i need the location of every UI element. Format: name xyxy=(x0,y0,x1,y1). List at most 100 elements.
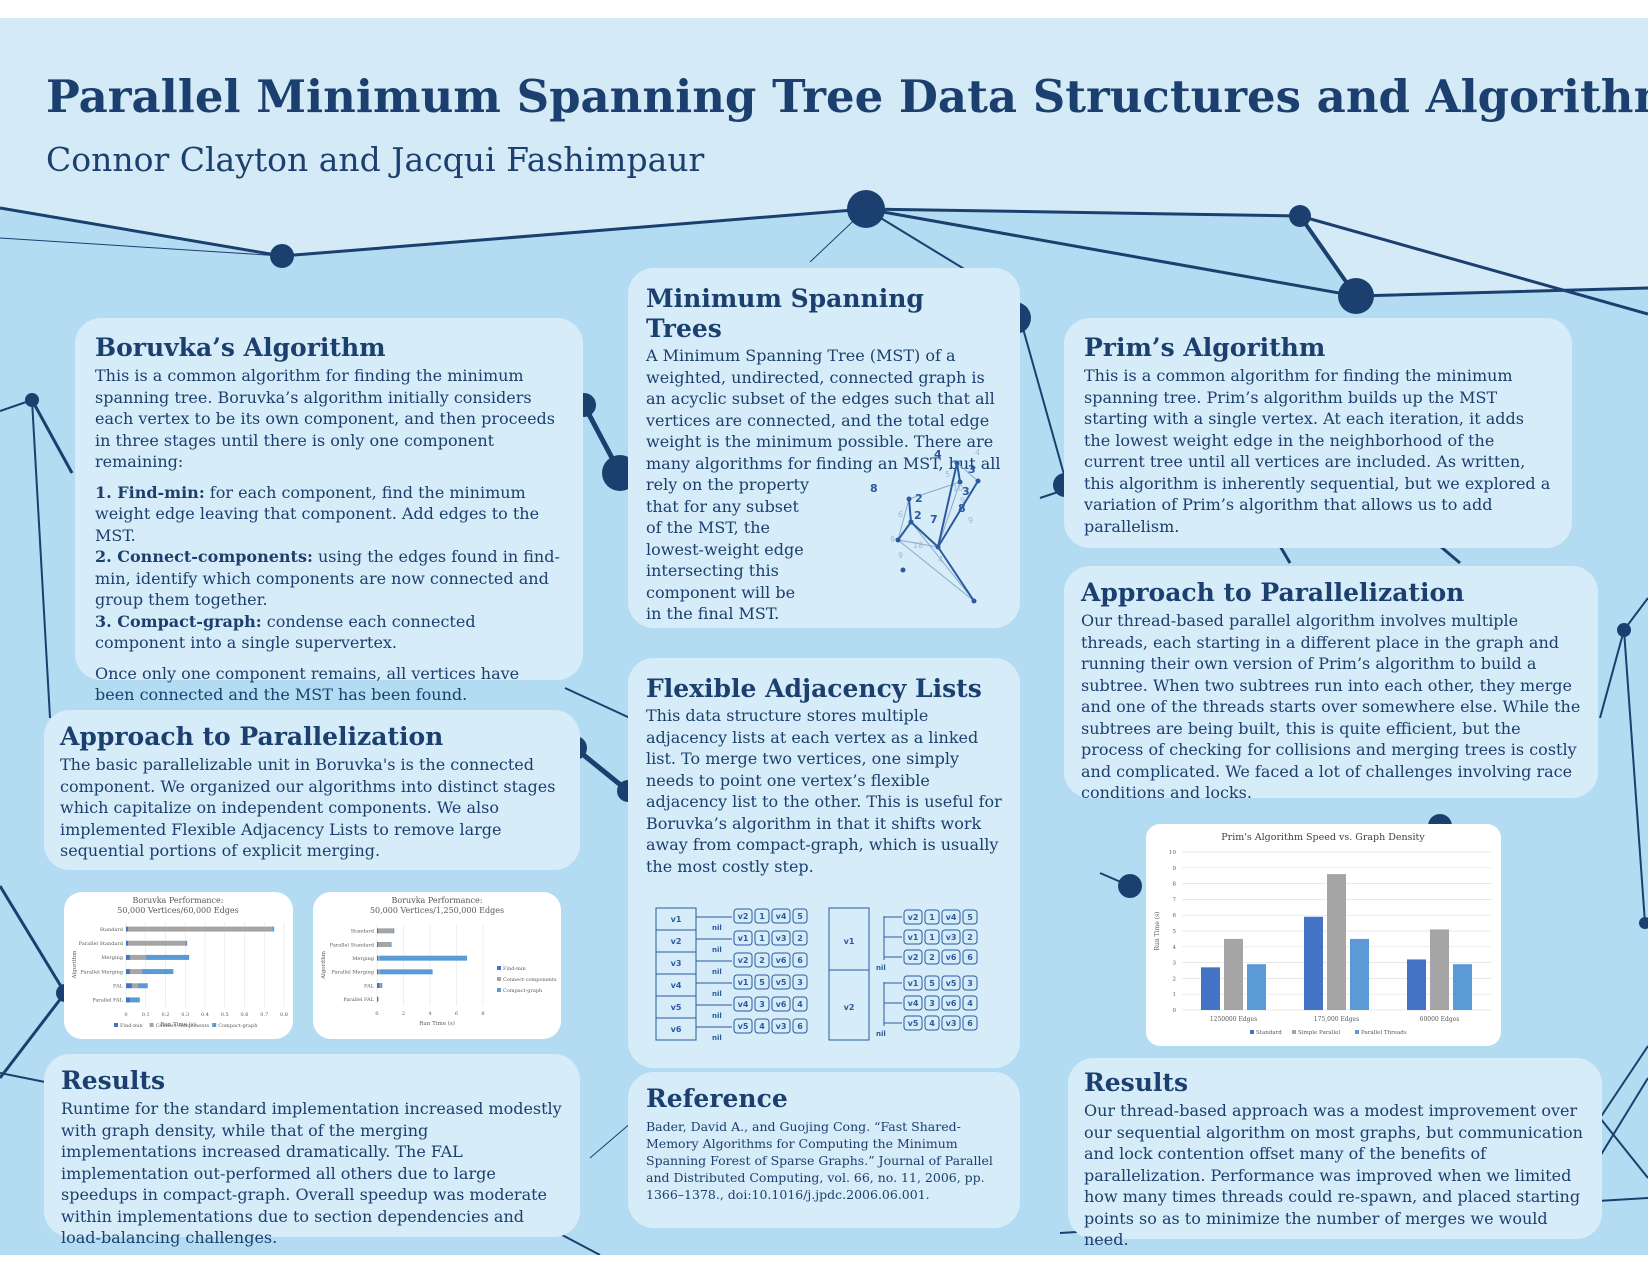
graph-vertex xyxy=(900,567,906,573)
graph-edge xyxy=(897,539,975,602)
graph-vertex xyxy=(935,544,941,550)
x-tick-label: 4 xyxy=(428,1011,431,1017)
edge-weight: 4 xyxy=(938,555,943,564)
y-tick-label: 7 xyxy=(1173,897,1177,903)
boruvka-chart-large-svg: Boruvka Performance:50,000 Vertices/1,25… xyxy=(321,896,557,1027)
list-cell-label: v2 xyxy=(738,956,749,965)
poster-background: Parallel Minimum Spanning Tree Data Stru… xyxy=(0,18,1648,1255)
reference-heading: Reference xyxy=(646,1084,788,1113)
legend-swatch xyxy=(114,1023,118,1027)
poster-authors: Connor Clayton and Jacqui Fashimpaur xyxy=(46,140,705,179)
boruvka-outro: Once only one component remains, all ver… xyxy=(95,663,520,705)
edge-weight: 6 xyxy=(898,510,903,519)
fal-panel: Flexible Adjacency Lists This data struc… xyxy=(628,658,1020,1068)
x-axis-label: Run Time (s) xyxy=(419,1020,455,1027)
boruvka-results-text: Runtime for the standard implementation … xyxy=(61,1099,562,1247)
boruvka-results-heading: Results xyxy=(61,1066,166,1095)
list-cell-label: 3 xyxy=(797,978,803,987)
bar-simple-parallel xyxy=(1430,929,1449,1010)
list-cell-label: v1 xyxy=(738,978,749,987)
category-label: FAL xyxy=(113,984,124,990)
chart-title: Boruvka Performance: xyxy=(133,896,224,905)
step-2-label: 2. Connect-components: xyxy=(95,547,313,566)
legend-swatch xyxy=(1292,1030,1296,1034)
legend-label: Find-min xyxy=(120,1023,144,1029)
bar-compact-graph xyxy=(141,969,174,975)
y-tick-label: 6 xyxy=(1173,913,1177,919)
graph-vertex xyxy=(954,460,960,466)
prim-results-heading: Results xyxy=(1084,1068,1189,1097)
bar-compact-graph xyxy=(379,969,433,975)
bar-connect-components xyxy=(129,954,146,960)
category-label: Parallel FAL xyxy=(92,998,123,1004)
bar-standard xyxy=(1304,916,1323,1010)
category-label: 175,000 Edges xyxy=(1314,1016,1359,1023)
edge-weight: 2 xyxy=(915,492,923,505)
edge-weight: 4 xyxy=(975,448,980,457)
legend-label: Compact-graph xyxy=(218,1023,258,1029)
y-tick-label: 8 xyxy=(1173,882,1177,888)
list-cell-label: v5 xyxy=(776,978,787,987)
legend-label: Find-min xyxy=(503,966,527,972)
boruvka-chart-small: Boruvka Performance: 50,000 Vertices/60,0… xyxy=(64,892,293,1039)
list-cell-label: 3 xyxy=(929,999,935,1008)
category-label: Parallel Merging xyxy=(331,970,374,976)
list-cell-label: v5 xyxy=(738,1022,749,1031)
prim-parallel-panel: Approach to Parallelization Our thread-b… xyxy=(1064,566,1598,802)
nil-label: nil xyxy=(876,1030,886,1038)
list-cell-label: 2 xyxy=(929,953,935,962)
x-tick-label: 0.2 xyxy=(162,1012,170,1018)
y-axis-label: Algorithm xyxy=(72,950,78,980)
category-label: Standard xyxy=(351,929,375,935)
x-tick-label: 6 xyxy=(455,1011,458,1017)
bar-simple-parallel xyxy=(1327,874,1346,1010)
x-tick-label: 0.6 xyxy=(241,1012,249,1018)
x-tick-label: 0.1 xyxy=(142,1012,150,1018)
fal-diagram: v1 nil v2 1 v4 5 v2 nil v1 1 v3 2 v3 nil v2 2 v6 6 v4 nil v1… xyxy=(655,907,978,1042)
list-cell-label: v2 xyxy=(908,913,919,922)
prim-chart-svg: Prim's Algorithm Speed vs. Graph Density… xyxy=(1154,832,1491,1036)
nil-label: nil xyxy=(712,924,722,932)
vertex-label: v5 xyxy=(671,1003,682,1012)
x-tick-label: 0.3 xyxy=(181,1012,189,1018)
bar-standard xyxy=(1201,967,1220,1010)
vertex-label: v2 xyxy=(844,1003,855,1012)
reference-panel: Reference Bader, David A., and Guojing C… xyxy=(628,1072,1020,1228)
list-cell-label: v6 xyxy=(946,999,957,1008)
legend-label: Parallel Threads xyxy=(1361,1030,1407,1036)
list-cell-label: v5 xyxy=(946,979,957,988)
list-cell-label: 6 xyxy=(797,956,803,965)
bar-compact-graph xyxy=(380,983,383,988)
list-cell-label: 5 xyxy=(759,978,765,987)
category-label: Parallel FAL xyxy=(343,997,374,1003)
list-cell-label: v6 xyxy=(946,953,957,962)
y-tick-label: 3 xyxy=(1173,961,1177,967)
boruvka-step-2: 2. Connect-components: using the edges f… xyxy=(95,546,563,611)
list-cell-label: 2 xyxy=(759,956,765,965)
list-cell-label: 6 xyxy=(967,1019,973,1028)
bar-parallel-threads xyxy=(1247,964,1266,1010)
list-cell-label: v6 xyxy=(776,956,787,965)
graph-vertex xyxy=(908,519,914,525)
list-cell-label: 6 xyxy=(967,953,973,962)
edge-weight: 4 xyxy=(934,448,942,461)
list-cell-label: v1 xyxy=(908,979,919,988)
bar-connect-components xyxy=(127,940,186,946)
boruvka-chart-large: Boruvka Performance: 50,000 Vertices/1,25… xyxy=(313,892,561,1039)
list-cell-label: 4 xyxy=(759,1022,765,1031)
vertex-label: v1 xyxy=(844,937,855,946)
mst-panel: Minimum Spanning Trees A Minimum Spannin… xyxy=(628,268,1020,628)
list-cell-label: 5 xyxy=(929,979,935,988)
x-tick-label: 2 xyxy=(402,1011,405,1017)
chart-subtitle: 50,000 Vertices/60,000 Edges xyxy=(117,906,238,915)
boruvka-parallel-heading: Approach to Parallelization xyxy=(60,722,444,751)
list-cell-label: 6 xyxy=(797,1022,803,1031)
legend-label: Connect-components xyxy=(503,977,557,983)
prim-results-panel: Results Our thread-based approach was a … xyxy=(1068,1058,1602,1249)
bar-find-min xyxy=(126,969,130,975)
bar-find-min xyxy=(126,940,128,946)
prim-heading: Prim’s Algorithm xyxy=(1084,333,1326,362)
bar-simple-parallel xyxy=(1224,938,1243,1010)
mst-heading: Minimum Spanning Trees xyxy=(646,284,924,343)
x-tick-label: 0.8 xyxy=(280,1012,288,1018)
